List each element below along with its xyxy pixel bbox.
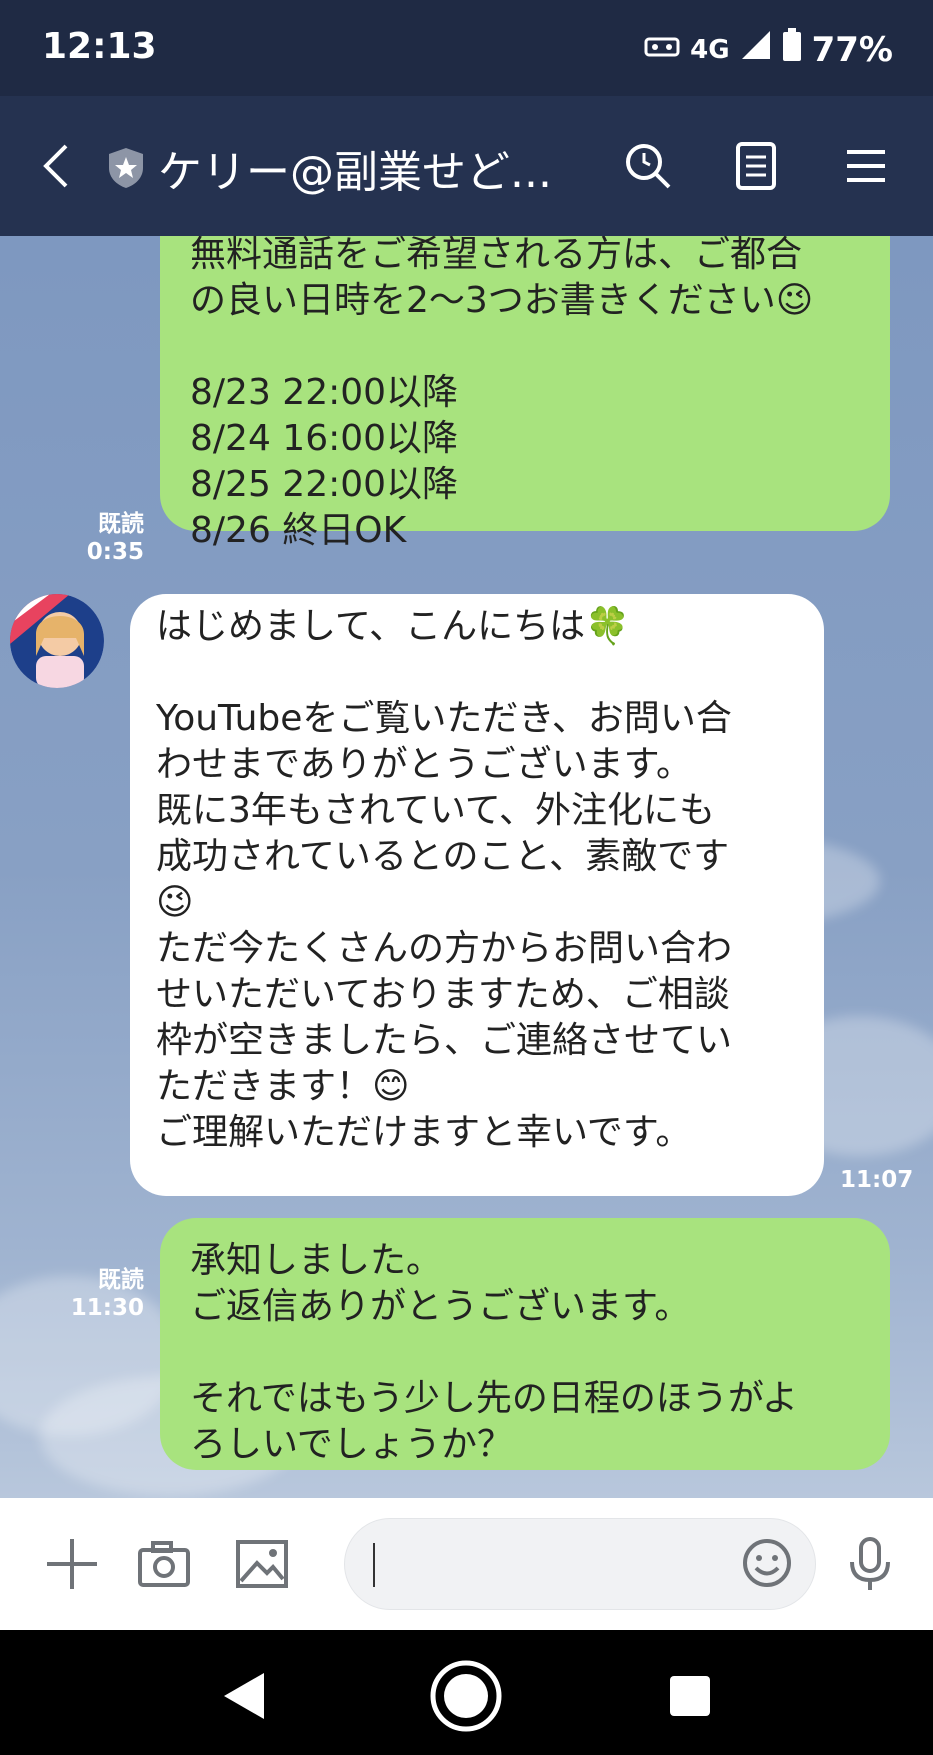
chat-header: ケリー@副業せど... [0, 96, 933, 236]
message-input-bar [0, 1498, 933, 1630]
nav-recent-button[interactable] [652, 1658, 728, 1734]
message-time: 0:35 [86, 539, 144, 565]
back-icon [43, 144, 68, 188]
back-button[interactable] [30, 136, 80, 196]
message-input[interactable] [344, 1518, 816, 1610]
nav-home-button[interactable] [428, 1658, 504, 1734]
battery-icon [782, 28, 802, 71]
plus-icon [47, 1539, 97, 1589]
read-receipt: 既読 11:30 [60, 1266, 144, 1322]
status-bar: 12:13 4G 77% [0, 0, 933, 96]
nav-recent-icon [670, 1676, 710, 1716]
nav-back-icon [224, 1673, 264, 1719]
voice-button[interactable] [840, 1534, 900, 1594]
battery-percent: 77% [811, 29, 893, 70]
image-button[interactable] [232, 1534, 292, 1594]
menu-icon [847, 150, 885, 182]
received-message-bubble[interactable]: はじめまして、こんにちは🍀 YouTubeをご覧いただき、お問い合 わせまであり… [130, 594, 824, 1196]
emoji-icon [743, 1539, 791, 1587]
search-icon [626, 144, 671, 189]
read-label: 既読 [98, 1267, 144, 1293]
camera-button[interactable] [134, 1534, 194, 1594]
signal-icon [740, 29, 772, 70]
network-label: 4G [690, 34, 730, 65]
sent-message-bubble[interactable]: 承知しました。 ご返信ありがとうございます。 それではもう少し先の日程のほうがよ… [160, 1218, 890, 1470]
notes-button[interactable] [726, 136, 786, 196]
chat-title[interactable]: ケリー@副業せど... [158, 136, 568, 200]
add-button[interactable] [42, 1534, 102, 1594]
nav-home-icon [430, 1660, 502, 1732]
menu-button[interactable] [836, 136, 896, 196]
status-icons: 4G 77% [644, 28, 893, 71]
read-label: 既読 [98, 511, 144, 537]
mic-icon [850, 1537, 890, 1590]
chat-area[interactable]: 既読 0:35 無料通話をご希望される方は、ご都合 の良い日時を2～3つお書きく… [0, 236, 933, 1498]
image-icon [236, 1540, 288, 1588]
system-nav-bar [0, 1630, 933, 1755]
message-time: 11:30 [70, 1295, 144, 1321]
read-receipt: 既読 0:35 [60, 510, 144, 566]
status-time: 12:13 [42, 26, 157, 67]
emoji-button[interactable] [737, 1533, 797, 1593]
message-time: 11:07 [840, 1167, 914, 1193]
vr-mode-icon [644, 30, 680, 70]
text-caret [373, 1543, 375, 1587]
sent-message-bubble[interactable]: 無料通話をご希望される方は、ご都合 の良い日時を2～3つお書きください😉 8/2… [160, 236, 890, 551]
notes-icon [736, 142, 776, 190]
search-button[interactable] [618, 136, 678, 196]
camera-icon [138, 1541, 190, 1587]
sender-avatar[interactable] [10, 594, 104, 688]
nav-back-button[interactable] [206, 1658, 282, 1734]
shield-star-icon [106, 146, 146, 190]
